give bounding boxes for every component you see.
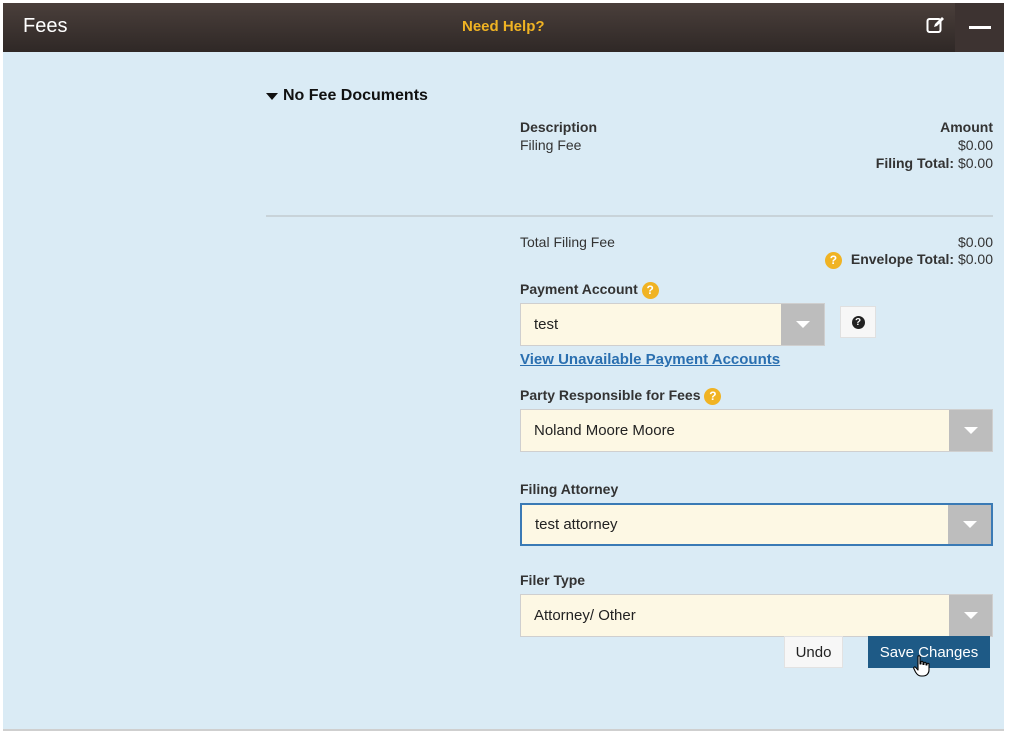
envelope-total-label: Envelope Total: bbox=[850, 251, 955, 267]
payment-account-field-label: Payment Account ? bbox=[520, 281, 659, 299]
party-responsible-value: Noland Moore Moore bbox=[534, 422, 675, 439]
filing-total-label: Filing Total: bbox=[875, 155, 955, 171]
view-unavailable-accounts-link[interactable]: View Unavailable Payment Accounts bbox=[520, 351, 780, 368]
envelope-help-icon[interactable]: ? bbox=[824, 251, 842, 269]
minus-icon bbox=[968, 26, 991, 29]
party-responsible-select[interactable]: Noland Moore Moore bbox=[520, 409, 993, 452]
filing-attorney-value: test attorney bbox=[535, 516, 618, 533]
envelope-total-value: $0.00 bbox=[957, 251, 993, 267]
undo-button[interactable]: Undo bbox=[784, 636, 843, 668]
payment-account-help-icon[interactable]: ? bbox=[641, 281, 659, 299]
filer-type-select[interactable]: Attorney/ Other bbox=[520, 594, 993, 637]
fee-amount: $0.00 bbox=[957, 137, 993, 153]
chevron-down-icon bbox=[949, 595, 992, 636]
fee-description: Filing Fee bbox=[520, 137, 582, 153]
payment-account-value: test bbox=[534, 316, 559, 333]
payment-account-info-button[interactable]: ? bbox=[840, 306, 876, 338]
edit-icon bbox=[926, 16, 946, 39]
filing-attorney-select[interactable]: test attorney bbox=[520, 503, 993, 546]
collapse-button[interactable] bbox=[955, 3, 1004, 52]
party-responsible-label: Party Responsible for Fees bbox=[520, 387, 701, 403]
filer-type-label: Filer Type bbox=[520, 572, 586, 588]
caret-down-icon bbox=[266, 92, 278, 100]
amount-header: Amount bbox=[940, 119, 993, 135]
chevron-down-icon bbox=[781, 304, 824, 345]
filer-type-value: Attorney/ Other bbox=[534, 607, 636, 624]
toggle-label: No Fee Documents bbox=[283, 87, 428, 104]
chevron-down-icon bbox=[948, 505, 991, 544]
panel-header: Fees Need Help? bbox=[3, 3, 1004, 52]
envelope-total: ? Envelope Total: $0.00 bbox=[743, 251, 993, 269]
total-filing-fee-value: $0.00 bbox=[957, 234, 993, 250]
hand-cursor-icon bbox=[913, 655, 931, 682]
total-filing-fee-label: Total Filing Fee bbox=[520, 234, 615, 250]
party-responsible-field-label: Party Responsible for Fees ? bbox=[520, 387, 722, 405]
filing-total: Filing Total: $0.00 bbox=[743, 155, 993, 171]
need-help-link[interactable]: Need Help? bbox=[462, 18, 545, 35]
fees-panel: Fees Need Help? No Fee Documents Descrip… bbox=[3, 3, 1004, 731]
panel-title: Fees bbox=[23, 15, 68, 37]
edit-button[interactable] bbox=[919, 11, 953, 43]
fees-content: No Fee Documents Description Amount Fili… bbox=[3, 52, 1004, 731]
description-header: Description bbox=[520, 119, 598, 135]
no-fee-documents-toggle[interactable]: No Fee Documents bbox=[266, 87, 428, 105]
payment-account-select[interactable]: test bbox=[520, 303, 825, 346]
section-divider bbox=[266, 215, 993, 217]
question-icon: ? bbox=[851, 315, 865, 329]
payment-account-label: Payment Account bbox=[520, 281, 638, 297]
chevron-down-icon bbox=[949, 410, 992, 451]
filing-attorney-label: Filing Attorney bbox=[520, 481, 619, 497]
filing-total-value: $0.00 bbox=[957, 155, 993, 171]
party-responsible-help-icon[interactable]: ? bbox=[704, 387, 722, 405]
